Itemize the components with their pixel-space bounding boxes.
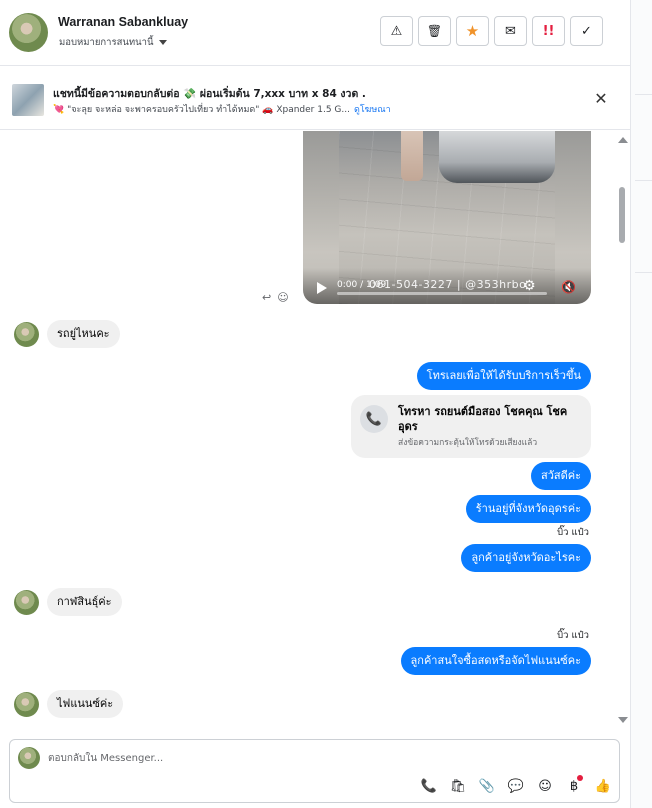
ad-title: แชทนี้มีข้อความตอบกลับต่อ 💸 ผ่อนเริ่มต้น… [53, 88, 366, 100]
page-avatar [18, 747, 40, 769]
star-icon: ★ [465, 22, 480, 40]
view-ad-link[interactable]: ดูโฆษณา [354, 105, 391, 115]
conversation-header: Warranan Sabankluay มอบหมายการสนทนานี้ ⚠… [0, 0, 630, 66]
video-overlay-text: 061-504-3227 | @353hrbo [369, 278, 527, 291]
reply-input[interactable] [48, 749, 548, 767]
message-thread[interactable]: 0:00 / 1:09 061-504-3227 | @353hrbo ⚙ 🔇 … [0, 131, 630, 729]
close-icon[interactable]: ✕ [592, 90, 610, 108]
seen-by-label: บิ๊ว แป๋ว [557, 527, 589, 538]
contact-avatar-small[interactable] [14, 589, 39, 615]
settings-gear-icon[interactable]: ⚙ [523, 278, 536, 294]
phone-icon: 📞 [360, 405, 388, 433]
call-request-card[interactable]: 📞 โทรหา รถยนต์มือสอง โชคคุณ โชค อุดร ส่ง… [351, 395, 591, 458]
chat-scrollbar[interactable] [614, 131, 630, 729]
shopping-bag-icon[interactable]: 🛍 [449, 777, 467, 795]
notification-dot [577, 775, 583, 781]
outgoing-message[interactable]: ลูกค้าสนใจซื้อสดหรือจัดไฟแนนซ์คะ [400, 647, 591, 675]
call-card-subtitle: ส่งข้อความกระตุ้นให้โทรด้วยเสียงแล้ว [398, 438, 538, 448]
mark-done-button[interactable]: ✓ [570, 16, 603, 46]
scroll-down-icon[interactable] [618, 717, 628, 723]
right-panel-edge [630, 0, 652, 808]
message-bubble[interactable]: รถยู่ไหนคะ [47, 320, 120, 348]
divider [635, 180, 652, 181]
attachment-icon[interactable]: 📎 [478, 777, 496, 795]
composer-toolbar: 📞 🛍 📎 💬 ☺ ฿ 👍 [420, 775, 612, 795]
volume-mute-icon[interactable]: 🔇 [561, 280, 576, 294]
scroll-up-icon[interactable] [618, 137, 628, 143]
envelope-open-icon: ✉ [505, 23, 516, 39]
outgoing-message[interactable]: ร้านอยู่ที่จังหวัดอุดรค่ะ [465, 495, 591, 523]
delete-button[interactable]: 🗑 [418, 16, 451, 46]
header-actions: ⚠ 🗑 ★ ✉ !! ✓ [380, 16, 603, 46]
incoming-message: ไฟแนนซ์ค่ะ [14, 690, 124, 718]
emoji-icon[interactable]: ☺ [536, 777, 554, 795]
react-smiley-icon[interactable]: ☺ [277, 291, 288, 304]
contact-name[interactable]: Warranan Sabankluay [58, 15, 188, 29]
video-message[interactable]: 0:00 / 1:09 061-504-3227 | @353hrbo ⚙ 🔇 [303, 131, 591, 304]
outgoing-message[interactable]: โทรเลยเพื่อให้ได้รับบริการเร็วขึ้น [416, 362, 591, 390]
contact-avatar[interactable] [9, 13, 48, 52]
caret-down-icon [158, 40, 167, 45]
call-card-title: โทรหา รถยนต์มือสอง โชคคุณ โชค อุดร [398, 405, 568, 433]
report-spam-button[interactable]: ⚠ [380, 16, 413, 46]
thumbs-up-icon[interactable]: 👍 [594, 777, 612, 795]
priority-button[interactable]: !! [532, 16, 565, 46]
video-person [401, 131, 423, 181]
ad-subtitle-text: 💘 "จะลุย จะหล่อ จะพาครอบครัวไปเที่ยว ทำไ… [53, 105, 350, 115]
star-button[interactable]: ★ [456, 16, 489, 46]
contact-avatar-small[interactable] [14, 691, 39, 717]
incoming-message: กาฬสินธุ์ค่ะ [14, 588, 122, 616]
priority-icon: !! [542, 23, 555, 39]
trash-icon: 🗑 [426, 24, 443, 38]
assign-conversation-dropdown[interactable]: มอบหมายการสนทนานี้ [59, 35, 167, 50]
ad-subtitle: 💘 "จะลุย จะหล่อ จะพาครอบครัวไปเที่ยว ทำไ… [53, 102, 391, 116]
payment-icon[interactable]: ฿ [565, 775, 583, 795]
reply-icon[interactable]: ↩ [262, 291, 271, 304]
mark-unread-button[interactable]: ✉ [494, 16, 527, 46]
warning-icon: ⚠ [390, 23, 403, 39]
outgoing-message[interactable]: ลูกค้าอยู่จังหวัดอะไรคะ [461, 544, 591, 572]
saved-reply-icon[interactable]: 💬 [507, 777, 525, 795]
message-composer: 📞 🛍 📎 💬 ☺ ฿ 👍 [9, 739, 620, 803]
ad-banner: แชทนี้มีข้อความตอบกลับต่อ 💸 ผ่อนเริ่มต้น… [0, 68, 630, 130]
video-progress-bar[interactable] [337, 292, 547, 295]
play-icon[interactable] [317, 282, 327, 294]
outgoing-message[interactable]: สวัสดีค่ะ [530, 462, 591, 490]
contact-avatar-small[interactable] [14, 321, 39, 347]
message-bubble[interactable]: กาฬสินธุ์ค่ะ [47, 588, 122, 616]
video-controls: 0:00 / 1:09 061-504-3227 | @353hrbo ⚙ 🔇 [303, 268, 591, 304]
add-call-icon[interactable]: 📞 [420, 777, 438, 795]
divider [635, 272, 652, 273]
seen-by-label: บิ๊ว แป๋ว [557, 630, 589, 641]
video-car [439, 131, 555, 183]
checkmark-icon: ✓ [581, 23, 592, 39]
incoming-message: รถยู่ไหนคะ [14, 320, 120, 348]
message-actions: ↩ ☺ [262, 291, 289, 304]
assign-label: มอบหมายการสนทนานี้ [59, 37, 154, 48]
message-bubble[interactable]: ไฟแนนซ์ค่ะ [47, 690, 124, 718]
ad-thumbnail[interactable] [12, 84, 44, 116]
divider [635, 94, 652, 95]
scroll-thumb[interactable] [619, 187, 625, 243]
